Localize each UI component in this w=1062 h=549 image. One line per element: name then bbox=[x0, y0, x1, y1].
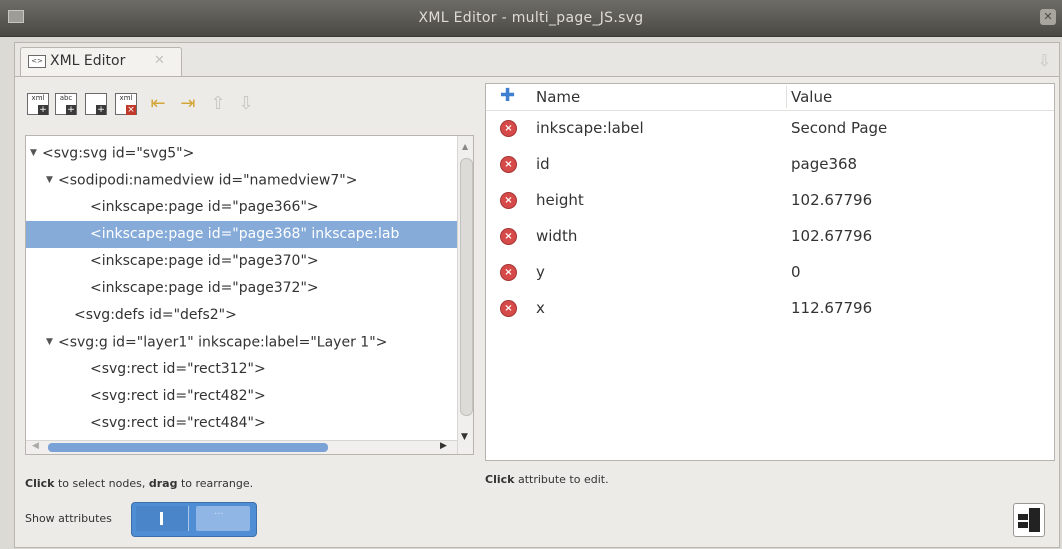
attribute-value[interactable]: 0 bbox=[791, 263, 801, 281]
tree-node[interactable]: <svg:rect id="rect484"> bbox=[26, 410, 473, 437]
lower-node-button[interactable]: ⇩ bbox=[233, 91, 259, 117]
delete-attribute-icon[interactable]: × bbox=[500, 264, 517, 281]
xml-editor-icon: <> bbox=[28, 55, 46, 68]
node-hint-text: Click to select nodes, drag to rearrange… bbox=[25, 477, 254, 490]
tree-node[interactable]: ▼ <svg:g id="layer1" inkscape:label="Laye… bbox=[26, 329, 473, 356]
attribute-name[interactable]: id bbox=[536, 155, 550, 173]
expander-icon[interactable]: ▼ bbox=[46, 329, 58, 356]
attribute-row[interactable]: × id page368 bbox=[486, 148, 1054, 184]
show-attributes-label: Show attributes bbox=[25, 512, 112, 525]
attribute-name[interactable]: height bbox=[536, 191, 584, 209]
tree-node[interactable]: ▼ <svg:svg id="svg5"> bbox=[26, 140, 460, 167]
toggle-knob bbox=[136, 506, 189, 531]
tree-node[interactable]: <inkscape:page id="page372"> bbox=[26, 275, 473, 302]
tree-node-label: <svg:g id="layer1" inkscape:label="Layer… bbox=[58, 334, 388, 351]
horizontal-scrollbar[interactable]: ◀ ▶ bbox=[26, 440, 457, 454]
attribute-value[interactable]: page368 bbox=[791, 155, 857, 173]
expander-icon[interactable]: ▼ bbox=[30, 140, 42, 167]
scroll-down-icon[interactable]: ▼ bbox=[461, 432, 468, 442]
tree-node[interactable]: <inkscape:page id="page370"> bbox=[26, 248, 473, 275]
dock-menu-icon[interactable]: ⇩ bbox=[1038, 51, 1051, 70]
tree-node[interactable]: <svg:rect id="rect482"> bbox=[26, 383, 473, 410]
attribute-row[interactable]: × inkscape:label Second Page bbox=[486, 112, 1054, 148]
node-pane: xml + abc + + xml × ⇤ ⇥ ⇧ ⇩ ▼ <svg:svg id="svg5"> ▼ <… bbox=[19, 79, 483, 544]
tree-node-label: <inkscape:page id="page372"> bbox=[90, 280, 319, 296]
attribute-value[interactable]: Second Page bbox=[791, 119, 887, 137]
new-text-node-button[interactable]: abc + bbox=[53, 91, 79, 117]
xml-node-tree[interactable]: ▼ <svg:svg id="svg5"> ▼ <sodipodi:namedview… bbox=[25, 135, 474, 455]
delete-node-button[interactable]: xml × bbox=[113, 91, 139, 117]
attribute-hint-text: Click attribute to edit. bbox=[485, 473, 609, 486]
show-attributes-toggle[interactable] bbox=[131, 502, 257, 537]
tree-node-label: <svg:rect id="rect482"> bbox=[90, 388, 266, 404]
raise-node-button[interactable]: ⇧ bbox=[205, 91, 231, 117]
toggle-track bbox=[196, 506, 250, 531]
tab-close-icon[interactable]: ✕ bbox=[154, 53, 165, 68]
tab-xml-editor[interactable]: <> XML Editor ✕ bbox=[20, 47, 182, 76]
scroll-up-icon[interactable]: ▲ bbox=[462, 142, 468, 151]
attribute-table-header: ✚ Name Value bbox=[486, 84, 1054, 111]
new-element-node-button[interactable]: xml + bbox=[25, 91, 51, 117]
delete-attribute-icon[interactable]: × bbox=[500, 228, 517, 245]
attribute-pane: ✚ Name Value × inkscape:label Second Page ×… bbox=[485, 83, 1055, 461]
attribute-value[interactable]: 102.67796 bbox=[791, 191, 872, 209]
attribute-name[interactable]: inkscape:label bbox=[536, 119, 644, 137]
tree-node[interactable]: <inkscape:page id="page368" inkscape:lab bbox=[26, 221, 473, 248]
delete-attribute-icon[interactable]: × bbox=[500, 120, 517, 137]
layout-toggle-icon[interactable] bbox=[1013, 503, 1045, 537]
unindent-node-button[interactable]: ⇤ bbox=[145, 91, 171, 117]
attribute-value[interactable]: 112.67796 bbox=[791, 299, 872, 317]
name-column-header[interactable]: Name bbox=[536, 88, 580, 106]
tree-node-label: <sodipodi:namedview id="namedview7"> bbox=[58, 172, 358, 189]
tree-node-label: <inkscape:page id="page368" inkscape:lab bbox=[90, 226, 400, 242]
delete-attribute-icon[interactable]: × bbox=[500, 156, 517, 173]
scroll-left-icon[interactable]: ◀ bbox=[32, 441, 39, 451]
vertical-scroll-thumb[interactable] bbox=[460, 158, 473, 416]
delete-attribute-icon[interactable]: × bbox=[500, 300, 517, 317]
unindent-node-icon: ⇤ bbox=[150, 93, 166, 114]
tree-node-label: <svg:svg id="svg5"> bbox=[42, 145, 195, 162]
indent-node-button[interactable]: ⇥ bbox=[175, 91, 201, 117]
tree-node-label: <inkscape:page id="page370"> bbox=[90, 253, 319, 269]
tree-node-label: <inkscape:page id="page366"> bbox=[90, 199, 319, 215]
attribute-row[interactable]: × x 112.67796 bbox=[486, 292, 1054, 328]
tree-node[interactable]: <svg:defs id="defs2"> bbox=[26, 302, 473, 329]
raise-node-icon: ⇧ bbox=[210, 93, 226, 114]
attribute-name[interactable]: width bbox=[536, 227, 577, 245]
attribute-row[interactable]: × height 102.67796 bbox=[486, 184, 1054, 220]
window-close-button[interactable]: ✕ bbox=[1040, 9, 1056, 25]
attribute-name[interactable]: x bbox=[536, 299, 545, 317]
expander-icon[interactable]: ▼ bbox=[46, 167, 58, 194]
dock-tab-bar: <> XML Editor ✕ ⇩ bbox=[14, 42, 1060, 77]
add-attribute-icon[interactable]: ✚ bbox=[500, 85, 515, 106]
xml-editor-panel: xml + abc + + xml × ⇤ ⇥ ⇧ ⇩ ▼ <svg:svg id="svg5"> ▼ <… bbox=[14, 76, 1060, 548]
tree-node-label: <svg:rect id="rect312"> bbox=[90, 361, 266, 377]
duplicate-node-button[interactable]: + bbox=[83, 91, 109, 117]
title-bar: XML Editor - multi_page_JS.svg ✕ bbox=[0, 0, 1062, 37]
delete-attribute-icon[interactable]: × bbox=[500, 192, 517, 209]
tree-node-label: <svg:defs id="defs2"> bbox=[74, 307, 237, 323]
indent-node-icon: ⇥ bbox=[180, 93, 196, 114]
attribute-name[interactable]: y bbox=[536, 263, 545, 281]
horizontal-scroll-thumb[interactable] bbox=[48, 443, 328, 452]
attribute-row[interactable]: × y 0 bbox=[486, 256, 1054, 292]
tree-node[interactable]: <svg:rect id="rect312"> bbox=[26, 356, 473, 383]
tree-node-label: <svg:rect id="rect484"> bbox=[90, 415, 266, 431]
tab-label: XML Editor bbox=[50, 53, 126, 69]
scroll-right-icon[interactable]: ▶ bbox=[440, 441, 447, 451]
attribute-value[interactable]: 102.67796 bbox=[791, 227, 872, 245]
tree-node[interactable]: <inkscape:page id="page366"> bbox=[26, 194, 473, 221]
lower-node-icon: ⇩ bbox=[238, 93, 254, 114]
attribute-row[interactable]: × width 102.67796 bbox=[486, 220, 1054, 256]
window-title: XML Editor - multi_page_JS.svg bbox=[418, 10, 644, 26]
vertical-scrollbar[interactable]: ▲ ▼ bbox=[457, 136, 473, 454]
show-attributes-row: Show attributes bbox=[25, 499, 263, 539]
tree-node[interactable]: ▼ <sodipodi:namedview id="namedview7"> bbox=[26, 167, 473, 194]
value-column-header[interactable]: Value bbox=[791, 88, 832, 106]
